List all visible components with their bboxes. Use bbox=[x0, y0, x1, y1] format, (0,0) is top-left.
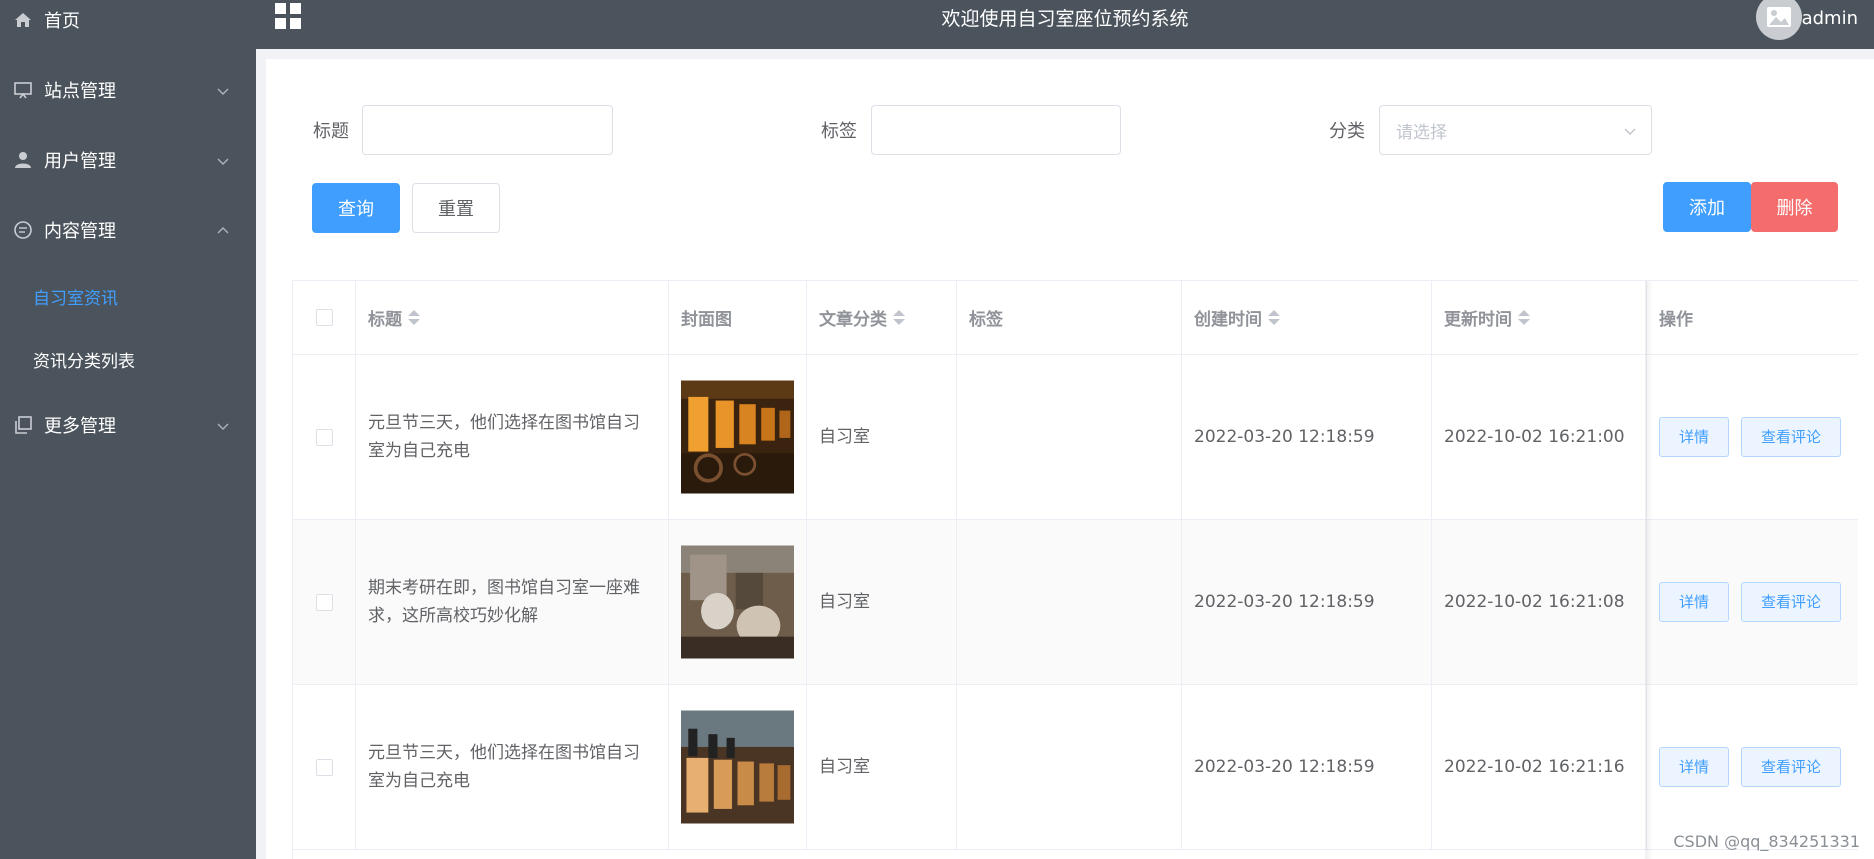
sort-icon[interactable] bbox=[1268, 310, 1280, 325]
table-cell-cover bbox=[669, 685, 807, 850]
column-header-created[interactable]: 创建时间 bbox=[1182, 281, 1432, 355]
sidebar-item-label: 用户管理 bbox=[44, 151, 116, 172]
sidebar-item-home[interactable]: 首页 bbox=[0, 0, 256, 45]
table-cell-created: 2022-03-20 12:18:59 bbox=[1182, 355, 1432, 520]
sort-icon[interactable] bbox=[893, 310, 905, 325]
tag-label: 标签 bbox=[821, 121, 857, 142]
fixed-column-shadow bbox=[1645, 281, 1653, 859]
table-cell-title: 元旦节三天，他们选择在图书馆自习室为自己充电 bbox=[356, 685, 669, 850]
select-all-cell bbox=[293, 281, 356, 355]
category-placeholder: 请选择 bbox=[1396, 122, 1447, 143]
detail-button[interactable]: 详情 bbox=[1659, 417, 1729, 457]
sidebar-item-label: 内容管理 bbox=[44, 221, 116, 242]
column-header-actions: 操作 bbox=[1647, 281, 1858, 355]
sidebar-item-label: 首页 bbox=[44, 11, 80, 32]
column-header-title[interactable]: 标题 bbox=[356, 281, 669, 355]
news-table: 标题 封面图 文章分类 标签 创建时间 更新时间 操作 元旦节三天，他们选择在图… bbox=[292, 280, 1858, 859]
select-all-checkbox[interactable] bbox=[315, 309, 333, 326]
sidebar-subitem-label: 资讯分类列表 bbox=[33, 351, 135, 372]
view-comments-button[interactable]: 查看评论 bbox=[1741, 747, 1841, 787]
title-input[interactable] bbox=[362, 105, 613, 155]
category-select[interactable]: 请选择 bbox=[1379, 105, 1652, 155]
table-cell-cover bbox=[669, 520, 807, 685]
row-checkbox[interactable] bbox=[315, 593, 333, 611]
monitor-icon bbox=[12, 79, 34, 101]
avatar[interactable] bbox=[1756, 0, 1802, 40]
table-cell-tag bbox=[957, 355, 1182, 520]
table-cell-title: 元旦节三天，他们选择在图书馆自习室为自己充电 bbox=[356, 355, 669, 520]
table-cell-title: 期末考研在即，图书馆自习室一座难求，这所高校巧妙化解 bbox=[356, 520, 669, 685]
column-header-cover: 封面图 bbox=[669, 281, 807, 355]
chat-icon bbox=[12, 219, 34, 241]
chevron-down-icon bbox=[216, 82, 230, 103]
view-comments-button[interactable]: 查看评论 bbox=[1741, 417, 1841, 457]
category-label: 分类 bbox=[1329, 121, 1365, 142]
row-checkbox-cell bbox=[293, 355, 356, 520]
chevron-down-icon bbox=[216, 152, 230, 173]
sidebar-item-content[interactable]: 内容管理 bbox=[0, 205, 256, 255]
row-checkbox[interactable] bbox=[315, 758, 333, 776]
watermark: CSDN @qq_834251331 bbox=[1673, 832, 1860, 851]
chevron-down-icon bbox=[216, 417, 230, 438]
table-cell-category: 自习室 bbox=[807, 355, 957, 520]
username[interactable]: admin bbox=[1802, 8, 1858, 29]
table-cell-actions: 详情 查看评论 bbox=[1647, 685, 1858, 850]
table-cell-updated: 2022-10-02 16:21:00 bbox=[1432, 355, 1647, 520]
detail-button[interactable]: 详情 bbox=[1659, 582, 1729, 622]
row-checkbox[interactable] bbox=[315, 428, 333, 446]
table-cell-created: 2022-03-20 12:18:59 bbox=[1182, 520, 1432, 685]
sidebar-subitem-news-categories[interactable]: 资讯分类列表 bbox=[0, 334, 256, 384]
sidebar-item-more[interactable]: 更多管理 bbox=[0, 400, 256, 450]
cover-image[interactable] bbox=[681, 375, 794, 499]
sort-icon[interactable] bbox=[1518, 310, 1530, 325]
table-cell-cover bbox=[669, 355, 807, 520]
sidebar-item-label: 更多管理 bbox=[44, 416, 116, 437]
detail-button[interactable]: 详情 bbox=[1659, 747, 1729, 787]
column-header-tag: 标签 bbox=[957, 281, 1182, 355]
row-checkbox-cell bbox=[293, 520, 356, 685]
table-cell-actions: 详情 查看评论 bbox=[1647, 355, 1858, 520]
table-cell-updated: 2022-10-02 16:21:08 bbox=[1432, 520, 1647, 685]
chevron-down-icon bbox=[1623, 123, 1637, 143]
top-header: 欢迎使用自习室座位预约系统 admin bbox=[256, 0, 1874, 49]
sidebar-item-site[interactable]: 站点管理 bbox=[0, 65, 256, 115]
site-title: 欢迎使用自习室座位预约系统 bbox=[941, 8, 1189, 30]
home-icon bbox=[12, 9, 34, 31]
copy-icon bbox=[12, 414, 34, 436]
table-cell-created: 2022-03-20 12:18:59 bbox=[1182, 685, 1432, 850]
add-button[interactable]: 添加 bbox=[1663, 182, 1751, 232]
chevron-up-icon bbox=[216, 222, 230, 243]
column-header-category[interactable]: 文章分类 bbox=[807, 281, 957, 355]
column-header-updated[interactable]: 更新时间 bbox=[1432, 281, 1647, 355]
view-comments-button[interactable]: 查看评论 bbox=[1741, 582, 1841, 622]
sidebar-subitem-study-room-news[interactable]: 自习室资讯 bbox=[0, 271, 256, 321]
sidebar-item-label: 站点管理 bbox=[44, 81, 116, 102]
table-cell-updated: 2022-10-02 16:21:16 bbox=[1432, 685, 1647, 850]
table-cell-actions: 详情 查看评论 bbox=[1647, 520, 1858, 685]
title-label: 标题 bbox=[313, 121, 349, 142]
table-cell-category: 自习室 bbox=[807, 520, 957, 685]
sidebar-item-users[interactable]: 用户管理 bbox=[0, 135, 256, 185]
sort-icon[interactable] bbox=[408, 310, 420, 325]
sidebar-subitem-label: 自习室资讯 bbox=[33, 288, 118, 309]
user-icon bbox=[12, 149, 34, 171]
query-button[interactable]: 查询 bbox=[312, 183, 400, 233]
delete-button[interactable]: 删除 bbox=[1751, 182, 1838, 232]
reset-button[interactable]: 重置 bbox=[412, 183, 500, 233]
cover-image[interactable] bbox=[681, 540, 794, 664]
tag-input[interactable] bbox=[871, 105, 1121, 155]
table-cell-tag bbox=[957, 685, 1182, 850]
table-cell-tag bbox=[957, 520, 1182, 685]
cover-image[interactable] bbox=[681, 705, 794, 829]
table-cell-category: 自习室 bbox=[807, 685, 957, 850]
image-icon bbox=[1767, 7, 1791, 27]
sidebar: 首页 站点管理 用户管理 内容管理 自习室资讯 资讯分类列表 更多管理 bbox=[0, 0, 256, 859]
row-checkbox-cell bbox=[293, 685, 356, 850]
